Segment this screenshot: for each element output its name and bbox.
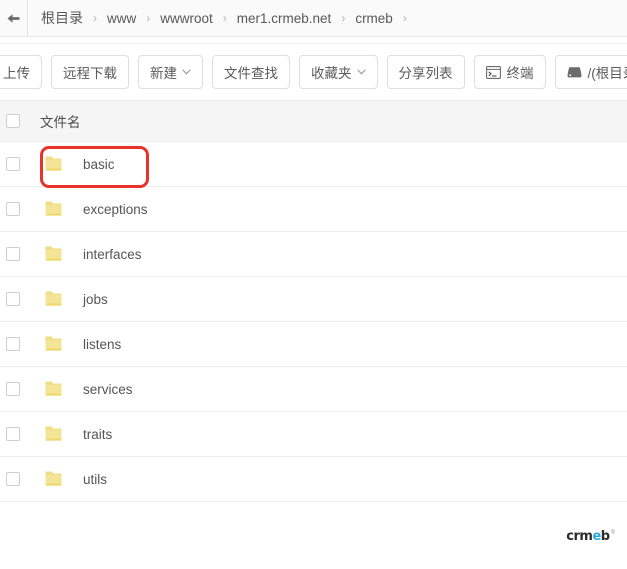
file-table: 文件名 basic exceptions interfaces jobs listens… [0,100,627,502]
favorites-button-label: 收藏夹 [311,66,352,81]
table-header-row: 文件名 [0,100,627,142]
row-select-cell [0,202,40,216]
watermark-text-part3: b [600,529,610,544]
terminal-icon [485,65,501,79]
filename-cell: utils [40,457,627,501]
share-list-button[interactable]: 分享列表 [386,55,465,89]
folder-icon [45,155,62,173]
select-all-checkbox[interactable] [6,114,20,128]
disk-icon [567,66,582,79]
file-name-link[interactable]: services [83,382,133,397]
row-select-cell [0,472,40,486]
row-checkbox[interactable] [6,472,20,486]
filename-cell: jobs [40,277,627,321]
table-row[interactable]: exceptions [0,187,627,232]
folder-icon [45,470,62,488]
row-select-cell [0,247,40,261]
file-search-button[interactable]: 文件查找 [212,55,290,89]
favorites-button[interactable]: 收藏夹 [299,55,378,89]
crmeb-watermark: crm e b ® [566,530,615,543]
breadcrumb-separator: › [93,11,97,25]
file-name-link[interactable]: traits [83,427,112,442]
file-name-link[interactable]: utils [83,472,107,487]
filename-cell: exceptions [40,187,627,231]
row-select-cell [0,337,40,351]
watermark-text-part2: e [592,529,601,544]
arrow-left-icon [6,12,21,25]
disk-selector-button[interactable]: /(根目录) (11G) [554,55,627,89]
table-row[interactable]: traits [0,412,627,457]
table-row[interactable]: basic [0,142,627,188]
row-checkbox[interactable] [6,157,20,171]
breadcrumb-separator: › [222,11,227,25]
select-all-cell [0,114,40,128]
folder-icon [45,290,62,308]
watermark-trademark: ® [610,530,615,536]
table-row[interactable]: listens [0,322,627,367]
row-checkbox[interactable] [6,247,20,261]
file-name-link[interactable]: listens [83,337,121,352]
breadcrumb-separator: › [341,11,346,25]
chevron-down-icon [356,68,366,78]
row-select-cell [0,382,40,396]
new-button-label: 新建 [150,66,177,81]
folder-icon [45,245,62,263]
row-checkbox[interactable] [6,337,20,351]
table-body: basic exceptions interfaces jobs listens serv… [0,142,627,502]
table-row[interactable]: services [0,367,627,412]
filename-cell: listens [40,322,627,366]
row-select-cell [0,157,40,171]
row-checkbox[interactable] [6,292,20,306]
breadcrumb-item-domain[interactable]: mer1.crmeb.net [236,11,333,26]
row-checkbox[interactable] [6,427,20,441]
filename-cell: interfaces [40,232,627,276]
breadcrumb-bar: 根目录 › www › wwwroot › mer1.crmeb.net › c… [0,0,627,37]
breadcrumb: 根目录 › www › wwwroot › mer1.crmeb.net › c… [28,8,416,28]
folder-icon [45,335,62,353]
new-button[interactable]: 新建 [138,55,203,89]
folder-icon [45,380,62,398]
breadcrumb-separator: › [402,11,407,25]
share-list-button-label: 分享列表 [398,66,453,81]
folder-icon [45,425,62,443]
filename-cell: basic [40,142,627,188]
file-name-link[interactable]: exceptions [83,202,148,217]
breadcrumb-item-crmeb[interactable]: crmeb [354,11,394,26]
row-checkbox[interactable] [6,202,20,216]
terminal-button[interactable]: 终端 [473,55,546,89]
row-select-cell [0,292,40,306]
breadcrumb-item-root[interactable]: 根目录 [40,8,84,28]
chevron-down-icon [182,68,191,78]
upload-button-label: 上传 [3,66,30,81]
remote-download-button[interactable]: 远程下载 [51,55,129,89]
filename-cell: traits [40,412,627,456]
breadcrumb-item-wwwroot[interactable]: wwwroot [159,11,214,26]
file-search-button-label: 文件查找 [224,66,278,81]
column-header-filename[interactable]: 文件名 [40,111,81,131]
watermark-text-part1: crm [566,529,593,544]
back-button[interactable] [0,0,28,37]
file-name-link[interactable]: jobs [83,292,108,307]
filename-cell: services [40,367,627,411]
file-name-link[interactable]: basic [83,157,115,172]
upload-button[interactable]: 上传 [0,55,42,89]
breadcrumb-divider [0,37,627,44]
table-row[interactable]: jobs [0,277,627,322]
breadcrumb-item-www[interactable]: www [106,11,137,26]
row-select-cell [0,427,40,441]
file-name-link[interactable]: interfaces [83,247,142,262]
folder-icon [45,200,62,218]
disk-selector-label: /(根目录) (11G) [587,66,627,81]
breadcrumb-separator: › [146,11,151,25]
toolbar: 上传 远程下载 新建 文件查找 收藏夹 分享列表 终端 /(根目 [0,44,627,100]
terminal-button-label: 终端 [506,66,534,81]
table-row[interactable]: interfaces [0,232,627,277]
row-checkbox[interactable] [6,382,20,396]
table-row[interactable]: utils [0,457,627,502]
remote-download-button-label: 远程下载 [63,66,117,81]
